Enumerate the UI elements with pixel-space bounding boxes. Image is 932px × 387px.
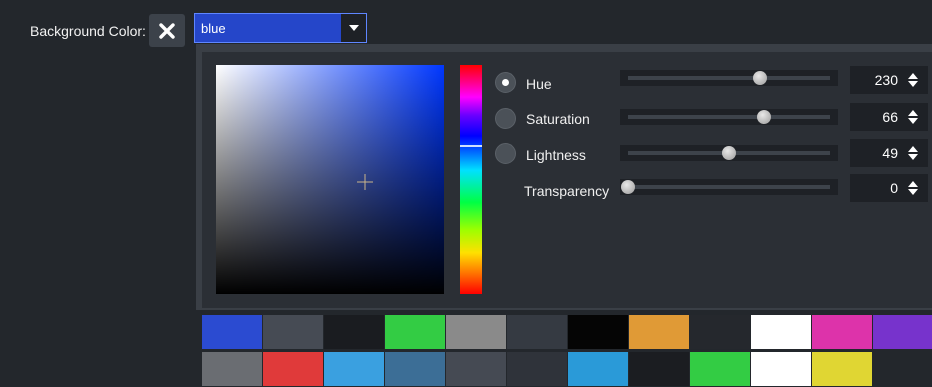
color-swatch[interactable] [690, 352, 750, 386]
lightness-spin-arrows[interactable] [906, 145, 920, 161]
color-swatch[interactable] [629, 352, 689, 386]
color-swatch[interactable] [202, 352, 262, 386]
background-color-label: Background Color: [30, 23, 146, 39]
lightness-stepper[interactable]: 49 [850, 139, 928, 167]
saturation-spin-arrows[interactable] [906, 109, 920, 125]
hue-value: 230 [874, 72, 898, 88]
saturation-slider[interactable] [620, 109, 838, 125]
transparency-slider-thumb[interactable] [621, 180, 635, 194]
close-icon [159, 22, 175, 39]
spin-up-down-icon [908, 73, 918, 87]
saturation-value: 66 [882, 109, 898, 125]
swatch-row-2 [202, 352, 932, 386]
hue-label: Hue [526, 76, 552, 92]
saturation-lightness-area[interactable] [216, 65, 444, 294]
color-swatch[interactable] [751, 315, 811, 349]
color-swatch[interactable] [446, 352, 506, 386]
transparency-spin-arrows[interactable] [906, 180, 920, 196]
saturation-label: Saturation [526, 111, 590, 127]
color-name-select-value: blue [201, 20, 226, 36]
spin-up-down-icon [908, 110, 918, 124]
swatch-row-1 [202, 315, 932, 349]
color-swatch[interactable] [324, 315, 384, 349]
color-swatch[interactable] [202, 315, 262, 349]
clear-color-button[interactable] [149, 14, 185, 47]
color-swatch[interactable] [568, 352, 628, 386]
color-swatch[interactable] [507, 352, 567, 386]
color-swatch[interactable] [873, 315, 932, 349]
color-swatch[interactable] [568, 315, 628, 349]
hue-slider-thumb[interactable] [753, 71, 767, 85]
hue-strip-marker[interactable] [460, 145, 482, 147]
color-swatch[interactable] [751, 352, 811, 386]
spin-up-down-icon [908, 181, 918, 195]
saturation-radio[interactable] [495, 108, 516, 129]
color-swatch[interactable] [812, 352, 872, 386]
color-swatch[interactable] [812, 315, 872, 349]
color-swatch[interactable] [507, 315, 567, 349]
color-swatch[interactable] [324, 352, 384, 386]
lightness-slider-thumb[interactable] [722, 146, 736, 160]
hue-slider[interactable] [620, 70, 838, 86]
select-dropdown-toggle[interactable] [341, 14, 366, 42]
color-picker-root: Background Color: blue Hue 230 Saturatio… [0, 0, 932, 387]
transparency-value: 0 [890, 180, 898, 196]
color-swatch[interactable] [446, 315, 506, 349]
lightness-value: 49 [882, 145, 898, 161]
color-swatch[interactable] [263, 315, 323, 349]
saturation-stepper[interactable]: 66 [850, 103, 928, 131]
lightness-slider[interactable] [620, 145, 838, 161]
hue-radio[interactable] [495, 72, 516, 93]
color-swatch[interactable] [385, 315, 445, 349]
hue-spin-arrows[interactable] [906, 72, 920, 88]
saturation-slider-thumb[interactable] [757, 110, 771, 124]
hue-stepper[interactable]: 230 [850, 66, 928, 94]
transparency-slider[interactable] [620, 179, 838, 195]
color-swatch[interactable] [385, 352, 445, 386]
lightness-radio[interactable] [495, 143, 516, 164]
spin-up-down-icon [908, 146, 918, 160]
color-swatch[interactable] [629, 315, 689, 349]
lightness-label: Lightness [526, 147, 586, 163]
transparency-stepper[interactable]: 0 [850, 174, 928, 202]
transparency-label: Transparency [524, 183, 610, 199]
color-swatch[interactable] [263, 352, 323, 386]
color-name-select[interactable]: blue [194, 13, 367, 43]
caret-down-icon [348, 25, 359, 31]
crosshair-cursor[interactable] [355, 172, 375, 192]
color-swatch[interactable] [690, 315, 750, 349]
hue-strip[interactable] [460, 65, 482, 294]
